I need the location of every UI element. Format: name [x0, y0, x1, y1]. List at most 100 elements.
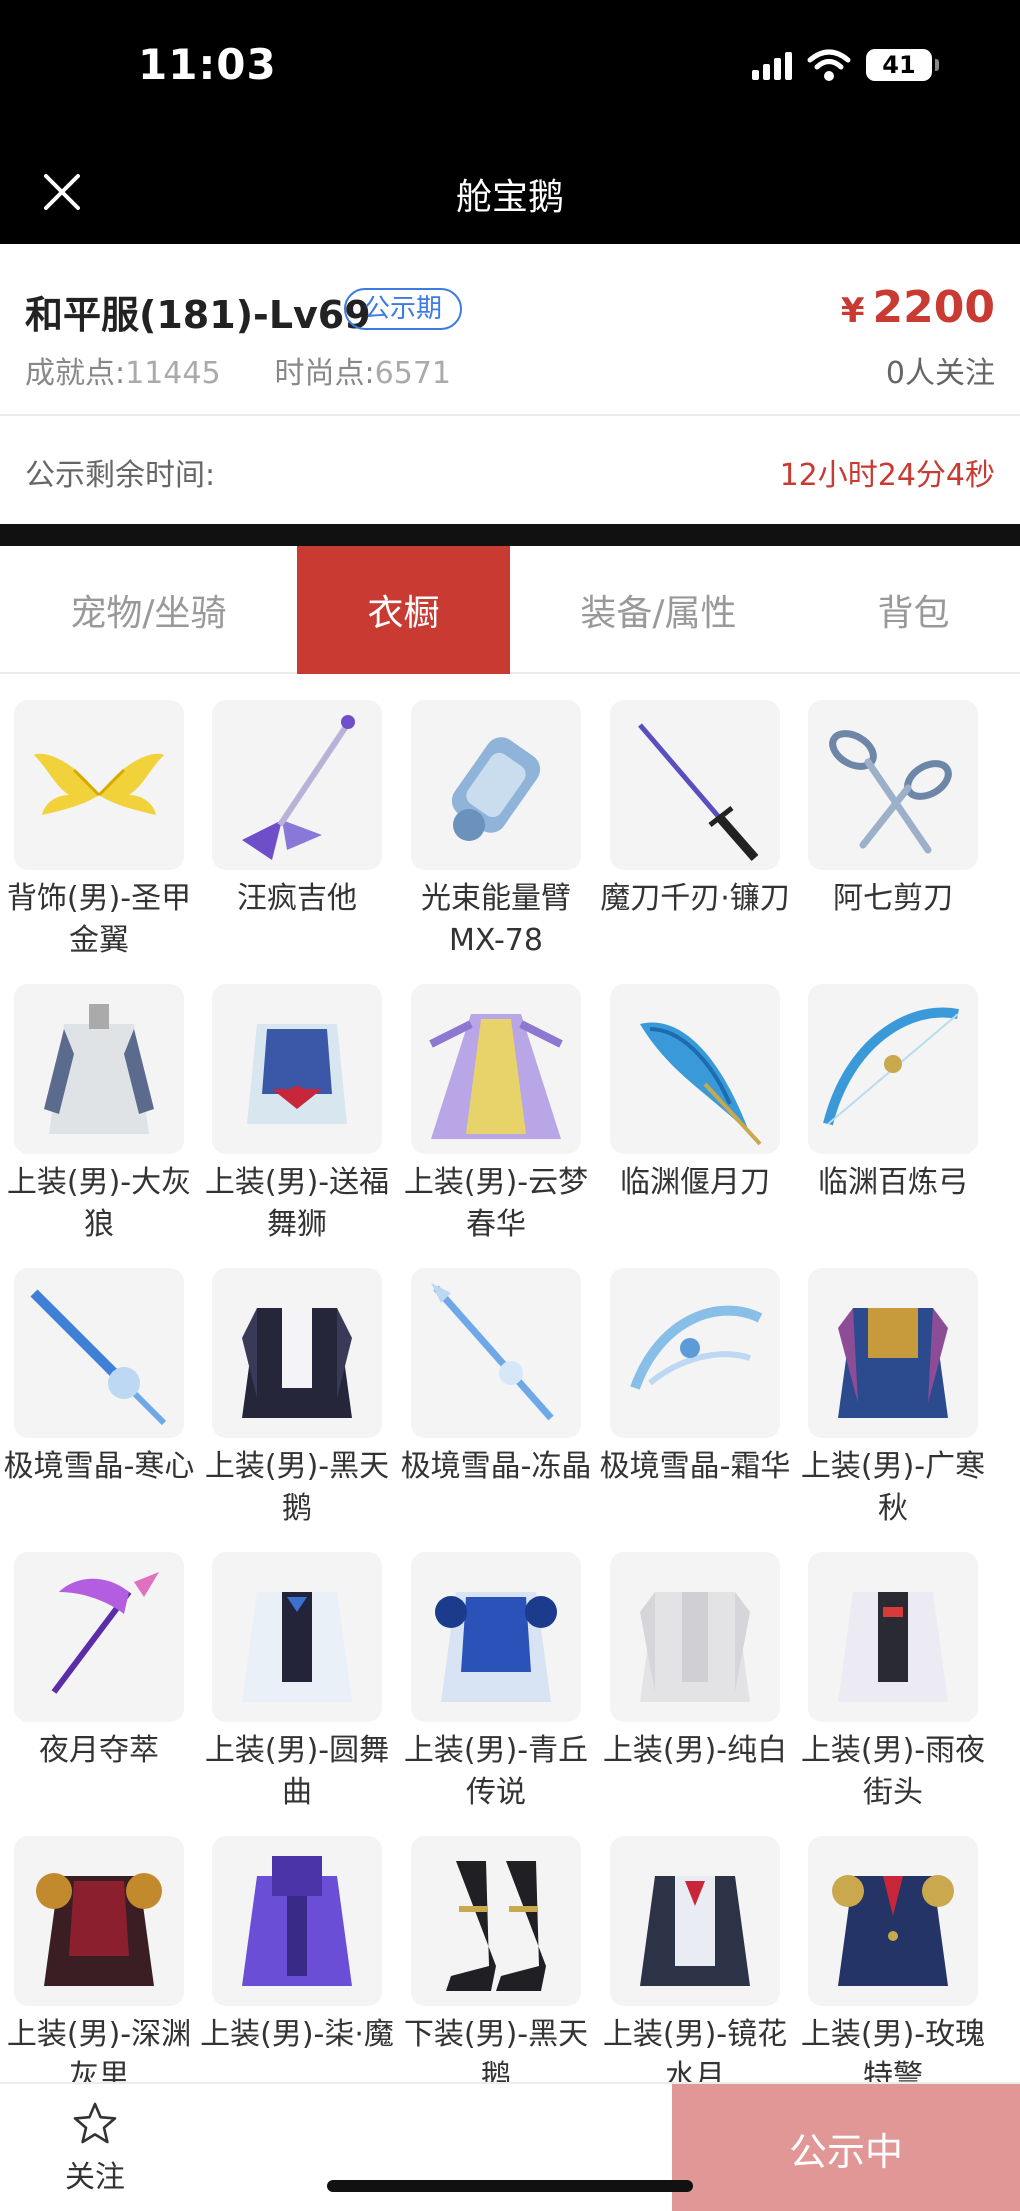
item-thumbnail[interactable] — [14, 700, 184, 870]
cellular-signal-icon — [752, 50, 792, 80]
wardrobe-item[interactable]: 上装(男)-玫瑰特警 — [794, 1836, 992, 2082]
apron-outfit-icon — [44, 1004, 154, 1134]
nav-bar: 舱宝鹅 — [0, 140, 1020, 244]
item-thumbnail[interactable] — [14, 1268, 184, 1438]
wardrobe-item[interactable]: 下装(男)-黑天鹅 — [397, 1836, 595, 2082]
star-icon — [73, 2102, 117, 2144]
item-thumbnail[interactable] — [610, 1836, 780, 2006]
wardrobe-item[interactable]: 上装(男)-柒·魔 — [198, 1836, 396, 2082]
item-thumbnail[interactable] — [411, 1552, 581, 1722]
countdown-label: 公示剩余时间: — [25, 458, 216, 493]
tab-wardrobe[interactable]: 衣橱 — [297, 546, 510, 674]
tab-pets-mounts[interactable]: 宠物/坐骑 — [0, 546, 297, 674]
wardrobe-item[interactable]: 上装(男)-广寒秋 — [794, 1268, 992, 1552]
status-icons: 41 — [752, 48, 939, 82]
price-amount: 2200 — [872, 282, 995, 333]
water-bow-icon — [823, 1007, 959, 1126]
item-thumbnail[interactable] — [411, 1836, 581, 2006]
item-thumbnail[interactable] — [212, 1552, 382, 1722]
wardrobe-item[interactable]: 上装(男)-圆舞曲 — [198, 1552, 396, 1836]
item-name: 背饰(男)-圣甲金翼 — [6, 881, 192, 958]
section-divider — [0, 524, 1020, 546]
item-thumbnail[interactable] — [411, 984, 581, 1154]
wardrobe-item[interactable]: 上装(男)-黑天鹅 — [198, 1268, 396, 1552]
item-name: 上装(男)-圆舞曲 — [204, 1733, 390, 1810]
item-name: 上装(男)-深渊灰里 — [6, 2017, 192, 2082]
item-name: 极境雪晶-寒心 — [3, 1449, 195, 1484]
item-name: 夜月夺萃 — [39, 1733, 159, 1768]
server-title: 和平服(181)-Lv69 — [25, 293, 371, 337]
item-name: 临渊百炼弓 — [818, 1165, 968, 1200]
wardrobe-item[interactable]: 上装(男)-送福舞狮 — [198, 984, 396, 1268]
item-name: 阿七剪刀 — [833, 881, 953, 916]
item-thumbnail[interactable] — [808, 700, 978, 870]
listing-header: 和平服(181)-Lv69 公示期 ¥2200 成就点:11445 时尚点:657… — [0, 244, 1020, 416]
status-time: 11:03 — [138, 40, 277, 89]
wardrobe-item[interactable]: 上装(男)-雨夜街头 — [794, 1552, 992, 1836]
wardrobe-item[interactable]: 极境雪晶-寒心 — [0, 1268, 198, 1552]
item-thumbnail[interactable] — [411, 700, 581, 870]
item-thumbnail[interactable] — [14, 984, 184, 1154]
item-name: 上装(男)-青丘传说 — [403, 1733, 589, 1810]
follow-button[interactable]: 关注 — [30, 2100, 160, 2200]
water-glaive-icon — [640, 1022, 762, 1146]
item-thumbnail[interactable] — [808, 1552, 978, 1722]
wardrobe-item[interactable]: 上装(男)-深渊灰里 — [0, 1836, 198, 2082]
item-thumbnail[interactable] — [610, 1552, 780, 1722]
item-thumbnail[interactable] — [212, 984, 382, 1154]
dark-armor-outfit-icon — [36, 1873, 162, 1986]
item-thumbnail[interactable] — [212, 1268, 382, 1438]
item-name: 上装(男)-雨夜街头 — [800, 1733, 986, 1810]
countdown-row: 公示剩余时间: 12小时24分4秒 — [0, 416, 1020, 524]
wardrobe-item[interactable]: 背饰(男)-圣甲金翼 — [0, 700, 198, 984]
mirror-vest-outfit-icon — [640, 1876, 750, 1986]
waltz-coat-outfit-icon — [242, 1592, 352, 1702]
item-thumbnail[interactable] — [610, 1268, 780, 1438]
wardrobe-item[interactable]: 光束能量臂MX-78 — [397, 700, 595, 984]
item-name: 上装(男)-大灰狼 — [6, 1165, 192, 1242]
item-thumbnail[interactable] — [14, 1552, 184, 1722]
item-thumbnail[interactable] — [808, 1836, 978, 2006]
item-name: 临渊偃月刀 — [620, 1165, 770, 1200]
countdown-value: 12小时24分4秒 — [779, 458, 995, 493]
wardrobe-item[interactable]: 上装(男)-大灰狼 — [0, 984, 198, 1268]
wardrobe-item[interactable]: 汪疯吉他 — [198, 700, 396, 984]
item-name: 下装(男)-黑天鹅 — [403, 2017, 589, 2082]
navy-uniform-outfit-icon — [832, 1875, 954, 1986]
points-row: 成就点:11445 时尚点:6571 — [25, 348, 451, 392]
item-thumbnail[interactable] — [610, 984, 780, 1154]
wardrobe-item[interactable]: 阿七剪刀 — [794, 700, 992, 984]
purple-hoodie-outfit-icon — [242, 1856, 352, 1986]
item-thumbnail[interactable] — [808, 1268, 978, 1438]
item-thumbnail[interactable] — [808, 984, 978, 1154]
wardrobe-item[interactable]: 极境雪晶-冻晶 — [397, 1268, 595, 1552]
wardrobe-item[interactable]: 夜月夺萃 — [0, 1552, 198, 1836]
item-thumbnail[interactable] — [14, 1836, 184, 2006]
fashion-value: 6571 — [374, 356, 452, 391]
status-bar: 11:03 41 — [0, 0, 1020, 140]
ice-bow-icon — [630, 1305, 763, 1390]
item-name: 汪疯吉他 — [237, 881, 357, 916]
black-coat-outfit-icon — [242, 1308, 352, 1418]
public-status-button[interactable]: 公示中 — [672, 2084, 1020, 2211]
item-name: 上装(男)-送福舞狮 — [204, 1165, 390, 1242]
wardrobe-item[interactable]: 上装(男)-云梦春华 — [397, 984, 595, 1268]
item-thumbnail[interactable] — [411, 1268, 581, 1438]
item-name: 上装(男)-柒·魔 — [200, 2017, 394, 2052]
follower-count: 0人关注 — [885, 356, 995, 391]
wardrobe-item[interactable]: 临渊百炼弓 — [794, 984, 992, 1268]
item-name: 极境雪晶-霜华 — [599, 1449, 791, 1484]
item-thumbnail[interactable] — [610, 700, 780, 870]
wardrobe-item[interactable]: 上装(男)-纯白 — [596, 1552, 794, 1836]
item-name: 上装(男)-玫瑰特警 — [800, 2017, 986, 2082]
wardrobe-item[interactable]: 临渊偃月刀 — [596, 984, 794, 1268]
wardrobe-item[interactable]: 上装(男)-镜花水月 — [596, 1836, 794, 2082]
item-thumbnail[interactable] — [212, 1836, 382, 2006]
wardrobe-item[interactable]: 上装(男)-青丘传说 — [397, 1552, 595, 1836]
wardrobe-item[interactable]: 魔刀千刃·镰刀 — [596, 700, 794, 984]
white-coat-outfit-icon — [640, 1592, 750, 1702]
item-thumbnail[interactable] — [212, 700, 382, 870]
tab-backpack[interactable]: 背包 — [807, 546, 1020, 674]
wardrobe-item[interactable]: 极境雪晶-霜华 — [596, 1268, 794, 1552]
tab-equipment-attributes[interactable]: 装备/属性 — [510, 546, 807, 674]
